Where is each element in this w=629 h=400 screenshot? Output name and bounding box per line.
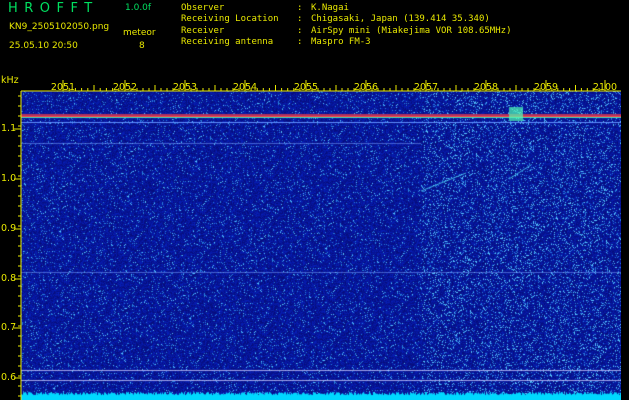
info-row-antenna: Receiving antenna: Maspro FM-3 (181, 37, 511, 48)
info-row-observer: Observer: K.Nagai (181, 3, 511, 14)
info-separator: : (297, 36, 303, 47)
freq-tick-label: 0.8 (1, 273, 17, 284)
frequency-unit-label: kHz (1, 75, 19, 86)
freq-tick-label: 0.7 (1, 322, 17, 333)
app-title: HROFFT (8, 1, 99, 16)
spectrogram-waterfall[interactable] (21, 91, 621, 400)
info-row-location: Receiving Location: Chigasaki, Japan (139… (181, 14, 511, 25)
info-separator: : (297, 25, 303, 36)
info-value: K.Nagai (311, 3, 349, 13)
info-key: Receiver (181, 25, 225, 36)
version-label: 1.0.0f (125, 3, 152, 13)
freq-tick-label: 1.1 (1, 123, 17, 134)
info-value: Chigasaki, Japan (139.414 35.340) (311, 14, 490, 25)
mode-value: 8 (139, 41, 145, 51)
info-key: Observer (181, 3, 225, 13)
freq-tick-label: 0.9 (1, 223, 17, 234)
info-row-receiver: Receiver: AirSpy mini (Miakejima VOR 108.… (181, 26, 511, 37)
info-key: Receiving antenna (181, 36, 274, 47)
info-value: Maspro FM-3 (311, 36, 371, 47)
station-info: Observer: K.Nagai Receiving Location: Chig… (181, 3, 511, 48)
mode-label: meteor (123, 28, 156, 38)
filename-label: KN9_2505102050.png (9, 22, 110, 32)
header-panel: HROFFT 1.0.0f KN9_2505102050.png meteor … (0, 0, 629, 74)
freq-tick-label: 0.6 (1, 372, 17, 383)
info-key: Receiving Location (181, 14, 279, 25)
datetime-label: 25.05.10 20:50 (9, 41, 78, 51)
info-separator: : (297, 14, 303, 25)
info-separator: : (297, 3, 303, 13)
freq-tick-label: 1.0 (1, 173, 17, 184)
info-value: AirSpy mini (Miakejima VOR 108.65MHz) (311, 25, 512, 36)
